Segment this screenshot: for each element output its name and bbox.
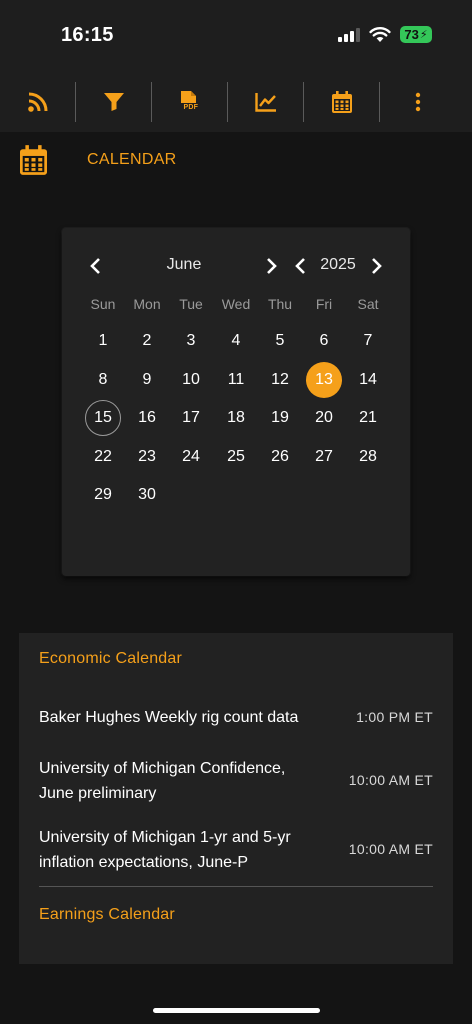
pdf-label: PDF: [183, 104, 199, 111]
day-cell[interactable]: 27: [306, 439, 342, 475]
event-time: 10:00 AM ET: [348, 841, 433, 857]
day-cell-today[interactable]: 15: [85, 400, 121, 436]
day-cell[interactable]: 2: [129, 323, 165, 359]
prev-month-button[interactable]: [85, 255, 105, 277]
day-cell[interactable]: 16: [129, 400, 165, 436]
day-cell[interactable]: 6: [306, 323, 342, 359]
day-cell[interactable]: 28: [350, 439, 386, 475]
economic-calendar-title[interactable]: Economic Calendar: [39, 650, 182, 668]
day-cell[interactable]: 11: [218, 362, 254, 398]
chevron-right-icon: [267, 258, 277, 274]
weekday-label: Wed: [221, 296, 251, 312]
day-cell[interactable]: 19: [262, 400, 298, 436]
earnings-calendar-title[interactable]: Earnings Calendar: [39, 906, 175, 924]
home-indicator: [153, 1008, 320, 1013]
day-cell[interactable]: 3: [173, 323, 209, 359]
day-cell[interactable]: 10: [173, 362, 209, 398]
weekday-label: Sun: [90, 296, 116, 312]
day-cell[interactable]: 17: [173, 400, 209, 436]
chevron-right-icon: [372, 258, 382, 274]
filter-button[interactable]: [76, 72, 151, 132]
day-cell[interactable]: 12: [262, 362, 298, 398]
year-label[interactable]: 2025: [312, 256, 364, 274]
wifi-icon: [369, 26, 391, 48]
weekday-label: Thu: [267, 296, 293, 312]
more-vertical-icon: [415, 92, 421, 112]
rss-button[interactable]: [0, 72, 75, 132]
weekday-label: Mon: [133, 296, 161, 312]
day-cell[interactable]: 21: [350, 400, 386, 436]
event-time: 10:00 AM ET: [348, 772, 433, 788]
date-picker: June 2025 Sun Mon Tue Wed Thu Fri Sat 12…: [62, 228, 410, 576]
weekday-label: Tue: [179, 296, 203, 312]
day-cell[interactable]: 18: [218, 400, 254, 436]
event-name: University of Michigan Confidence, June …: [39, 760, 286, 802]
weekday-label: Fri: [315, 296, 333, 312]
day-cell[interactable]: 25: [218, 439, 254, 475]
day-cell[interactable]: 30: [129, 477, 165, 513]
day-cell[interactable]: 9: [129, 362, 165, 398]
chevron-left-icon: [295, 258, 305, 274]
weekday-label: Sat: [357, 296, 379, 312]
page-title: CALENDAR: [87, 151, 177, 168]
filter-icon: [103, 92, 125, 112]
next-month-button[interactable]: [262, 255, 282, 277]
event-name: University of Michigan 1-yr and 5-yr inf…: [39, 829, 291, 871]
more-button[interactable]: [380, 72, 455, 132]
event-time: 1:00 PM ET: [356, 709, 433, 725]
pdf-icon: PDF: [179, 90, 201, 114]
day-cell[interactable]: 1: [85, 323, 121, 359]
day-cell[interactable]: 4: [218, 323, 254, 359]
day-cell[interactable]: 22: [85, 439, 121, 475]
day-cell[interactable]: 5: [262, 323, 298, 359]
event-name: Baker Hughes Weekly rig count data: [39, 709, 299, 726]
chart-button[interactable]: [228, 72, 303, 132]
calendar-header: CALENDAR: [0, 132, 472, 188]
battery-icon: 73 ⚡: [400, 26, 432, 43]
toolbar: PDF: [0, 72, 472, 132]
divider: [39, 886, 433, 887]
day-cell[interactable]: 26: [262, 439, 298, 475]
line-chart-icon: [254, 92, 277, 112]
events-panel: Economic Calendar Baker Hughes Weekly ri…: [19, 633, 453, 964]
day-cell[interactable]: 24: [173, 439, 209, 475]
day-cell[interactable]: 8: [85, 362, 121, 398]
charging-bolt-icon: ⚡: [419, 29, 428, 41]
status-bar: 16:15 73 ⚡: [0, 0, 472, 72]
calendar-button[interactable]: [304, 72, 379, 132]
day-cell[interactable]: 7: [350, 323, 386, 359]
prev-year-button[interactable]: [290, 255, 310, 277]
calendar-icon: [331, 91, 352, 113]
calendar-icon: [20, 145, 47, 180]
day-cell[interactable]: 14: [350, 362, 386, 398]
status-time: 16:15: [61, 24, 114, 46]
day-cell[interactable]: 29: [85, 477, 121, 513]
day-cell[interactable]: 20: [306, 400, 342, 436]
battery-level: 73: [404, 27, 419, 42]
rss-icon: [27, 91, 49, 113]
next-year-button[interactable]: [367, 255, 387, 277]
day-cell[interactable]: 23: [129, 439, 165, 475]
chevron-left-icon: [90, 258, 100, 274]
pdf-button[interactable]: PDF: [152, 72, 227, 132]
cellular-signal-icon: [338, 28, 360, 42]
month-label[interactable]: June: [144, 256, 224, 274]
day-cell-selected[interactable]: 13: [306, 362, 342, 398]
